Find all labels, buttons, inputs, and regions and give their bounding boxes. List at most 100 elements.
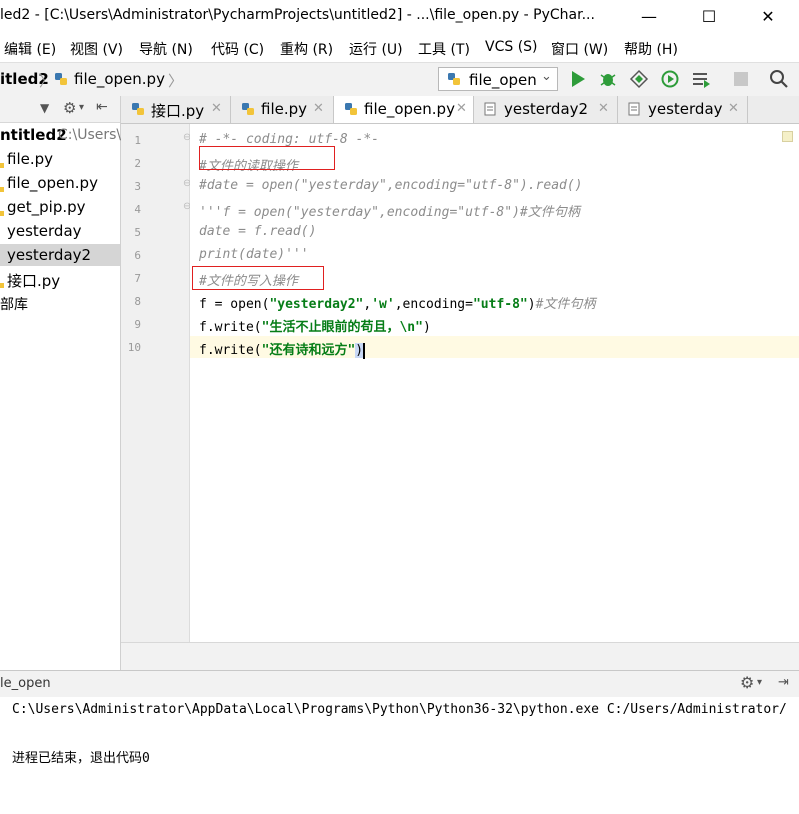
- close-button[interactable]: ✕: [745, 0, 791, 32]
- code-token: ): [422, 320, 431, 335]
- breadcrumb-file[interactable]: file_open.py: [74, 70, 165, 88]
- menu-vcs[interactable]: VCS (S): [485, 39, 538, 55]
- console-command: C:\Users\Administrator\AppData\Local\Pro…: [12, 702, 787, 717]
- menu-tools[interactable]: 工具 (T): [418, 39, 470, 59]
- menu-help[interactable]: 帮助 (H): [624, 39, 678, 59]
- text-file-icon: [628, 102, 642, 116]
- code-line-10: f.write("还有诗和远方"): [199, 339, 366, 359]
- line-number: 1: [134, 134, 141, 147]
- python-file-icon: [0, 178, 4, 196]
- code-string: "utf-8": [472, 297, 528, 312]
- code-string: 'w': [371, 297, 395, 312]
- run-panel-title[interactable]: le_open: [0, 676, 51, 691]
- project-item-label: file_open.py: [7, 174, 98, 192]
- project-root[interactable]: ntitled2 C:\Users\: [0, 124, 121, 146]
- tab-yesterday2[interactable]: yesterday2 ✕: [474, 96, 618, 123]
- gear-icon[interactable]: ⚙: [63, 99, 76, 117]
- debug-icon[interactable]: [598, 69, 618, 89]
- menu-code[interactable]: 代码 (C): [211, 39, 264, 59]
- tab-label: yesterday: [648, 100, 723, 118]
- close-tab-icon[interactable]: ✕: [728, 101, 739, 116]
- project-item-get-pip-py[interactable]: get_pip.py: [0, 196, 120, 218]
- menu-run[interactable]: 运行 (U): [349, 39, 403, 59]
- code-token: f.write(: [199, 320, 262, 335]
- line-number: 10: [127, 341, 141, 354]
- line-number-gutter: 1 2 3 4 5 6 7 8 9 10 ⊖ ⊖ ⊖: [121, 124, 191, 642]
- code-line-4: '''f = open("yesterday",encoding="utf-8"…: [199, 205, 580, 220]
- run-icon[interactable]: [568, 69, 588, 89]
- maximize-button[interactable]: ☐: [686, 0, 732, 32]
- tab-label: 接口.py: [151, 102, 205, 120]
- gear-icon[interactable]: ⚙: [740, 673, 754, 692]
- tab-file-py[interactable]: file.py ✕: [231, 96, 334, 123]
- inspection-indicator-icon[interactable]: [782, 131, 793, 142]
- profile-icon[interactable]: [660, 69, 680, 89]
- editor-horizontal-scrollbar[interactable]: [121, 642, 799, 671]
- tab-interface-py[interactable]: 接口.py ✕: [121, 96, 231, 123]
- run-console[interactable]: C:\Users\Administrator\AppData\Local\Pro…: [0, 697, 799, 814]
- project-item-yesterday[interactable]: yesterday: [0, 220, 120, 242]
- run-config-name: file_open: [469, 71, 537, 89]
- code-line-6: print(date)''': [199, 247, 309, 262]
- close-tab-icon[interactable]: ✕: [211, 101, 222, 116]
- minimize-button[interactable]: —: [626, 0, 672, 32]
- menu-refactor[interactable]: 重构 (R): [280, 39, 333, 59]
- code-line-9: f.write("生活不止眼前的苟且，\n"): [199, 316, 431, 335]
- line-number: 2: [134, 157, 141, 170]
- menu-navigate[interactable]: 导航 (N): [139, 39, 193, 59]
- python-file-icon: [131, 102, 145, 116]
- line-number: 3: [134, 180, 141, 193]
- tab-file-open-py[interactable]: file_open.py ✕: [334, 96, 474, 123]
- python-file-icon: [241, 102, 255, 116]
- project-item-file-open-py[interactable]: file_open.py: [0, 172, 120, 194]
- code-string: "yesterday2": [269, 297, 364, 312]
- code-token: ): [527, 297, 536, 312]
- coverage-icon[interactable]: [629, 69, 649, 89]
- code-comment: #文件句柄: [535, 297, 596, 312]
- tab-label: yesterday2: [504, 100, 589, 118]
- menu-edit[interactable]: 编辑 (E): [4, 39, 56, 59]
- title-bar: led2 - [C:\Users\Administrator\PycharmPr…: [0, 0, 799, 32]
- code-string: "生活不止眼前的苟且，\n": [261, 320, 423, 335]
- gear-menu-arrow-icon: ▾: [79, 102, 85, 113]
- code-line-1: # -*- coding: utf-8 -*-: [199, 132, 380, 147]
- navigation-bar: itled2 〉 file_open.py 〉 file_open ⌄: [0, 62, 799, 97]
- code-line-5: date = f.read(): [199, 224, 317, 239]
- collapse-panel-icon[interactable]: ⇤: [96, 99, 108, 115]
- line-number: 6: [134, 249, 141, 262]
- project-item-label: yesterday2: [7, 246, 92, 264]
- close-tab-icon[interactable]: ✕: [313, 101, 324, 116]
- code-line-8: f = open("yesterday2",'w',encoding="utf-…: [199, 293, 595, 312]
- close-tab-icon[interactable]: ✕: [598, 101, 609, 116]
- highlight-box-write: [192, 266, 324, 290]
- dropdown-arrow-icon[interactable]: ▼: [40, 101, 49, 115]
- python-file-icon: [0, 154, 4, 172]
- search-icon[interactable]: [769, 69, 789, 89]
- project-root-name: ntitled2: [0, 126, 67, 144]
- project-item-label: yesterday: [7, 222, 82, 240]
- project-item-yesterday2[interactable]: yesterday2: [0, 244, 120, 266]
- concurrency-icon[interactable]: [691, 69, 711, 89]
- project-item-file-py[interactable]: file.py: [0, 148, 120, 170]
- run-config-selector[interactable]: file_open ⌄: [438, 67, 558, 91]
- tab-yesterday[interactable]: yesterday ✕: [618, 96, 748, 123]
- code-string: "还有诗和远方": [261, 343, 356, 358]
- text-file-icon: [484, 102, 498, 116]
- editor-tabs: 接口.py ✕ file.py ✕ file_open.py ✕ yesterd…: [121, 96, 799, 124]
- stop-icon[interactable]: [731, 69, 751, 89]
- project-item-external-libraries[interactable]: 部库: [0, 292, 120, 314]
- line-number: 8: [134, 295, 141, 308]
- close-tab-icon[interactable]: ✕: [456, 101, 467, 116]
- code-token: ,encoding=: [394, 297, 473, 312]
- minimize-panel-icon[interactable]: ⇥: [778, 675, 789, 690]
- breadcrumb-separator-icon: 〉: [39, 72, 55, 90]
- project-item-interface-py[interactable]: 接口.py: [0, 268, 120, 290]
- python-file-icon: [344, 102, 358, 116]
- run-panel-header: le_open ⚙ ▾ ⇥: [0, 670, 799, 698]
- menu-view[interactable]: 视图 (V): [70, 39, 123, 59]
- menu-window[interactable]: 窗口 (W): [551, 39, 608, 59]
- python-file-icon: [0, 274, 4, 292]
- project-item-label: 部库: [0, 297, 28, 313]
- tab-label: file.py: [261, 100, 308, 118]
- code-token: f.write(: [199, 343, 262, 358]
